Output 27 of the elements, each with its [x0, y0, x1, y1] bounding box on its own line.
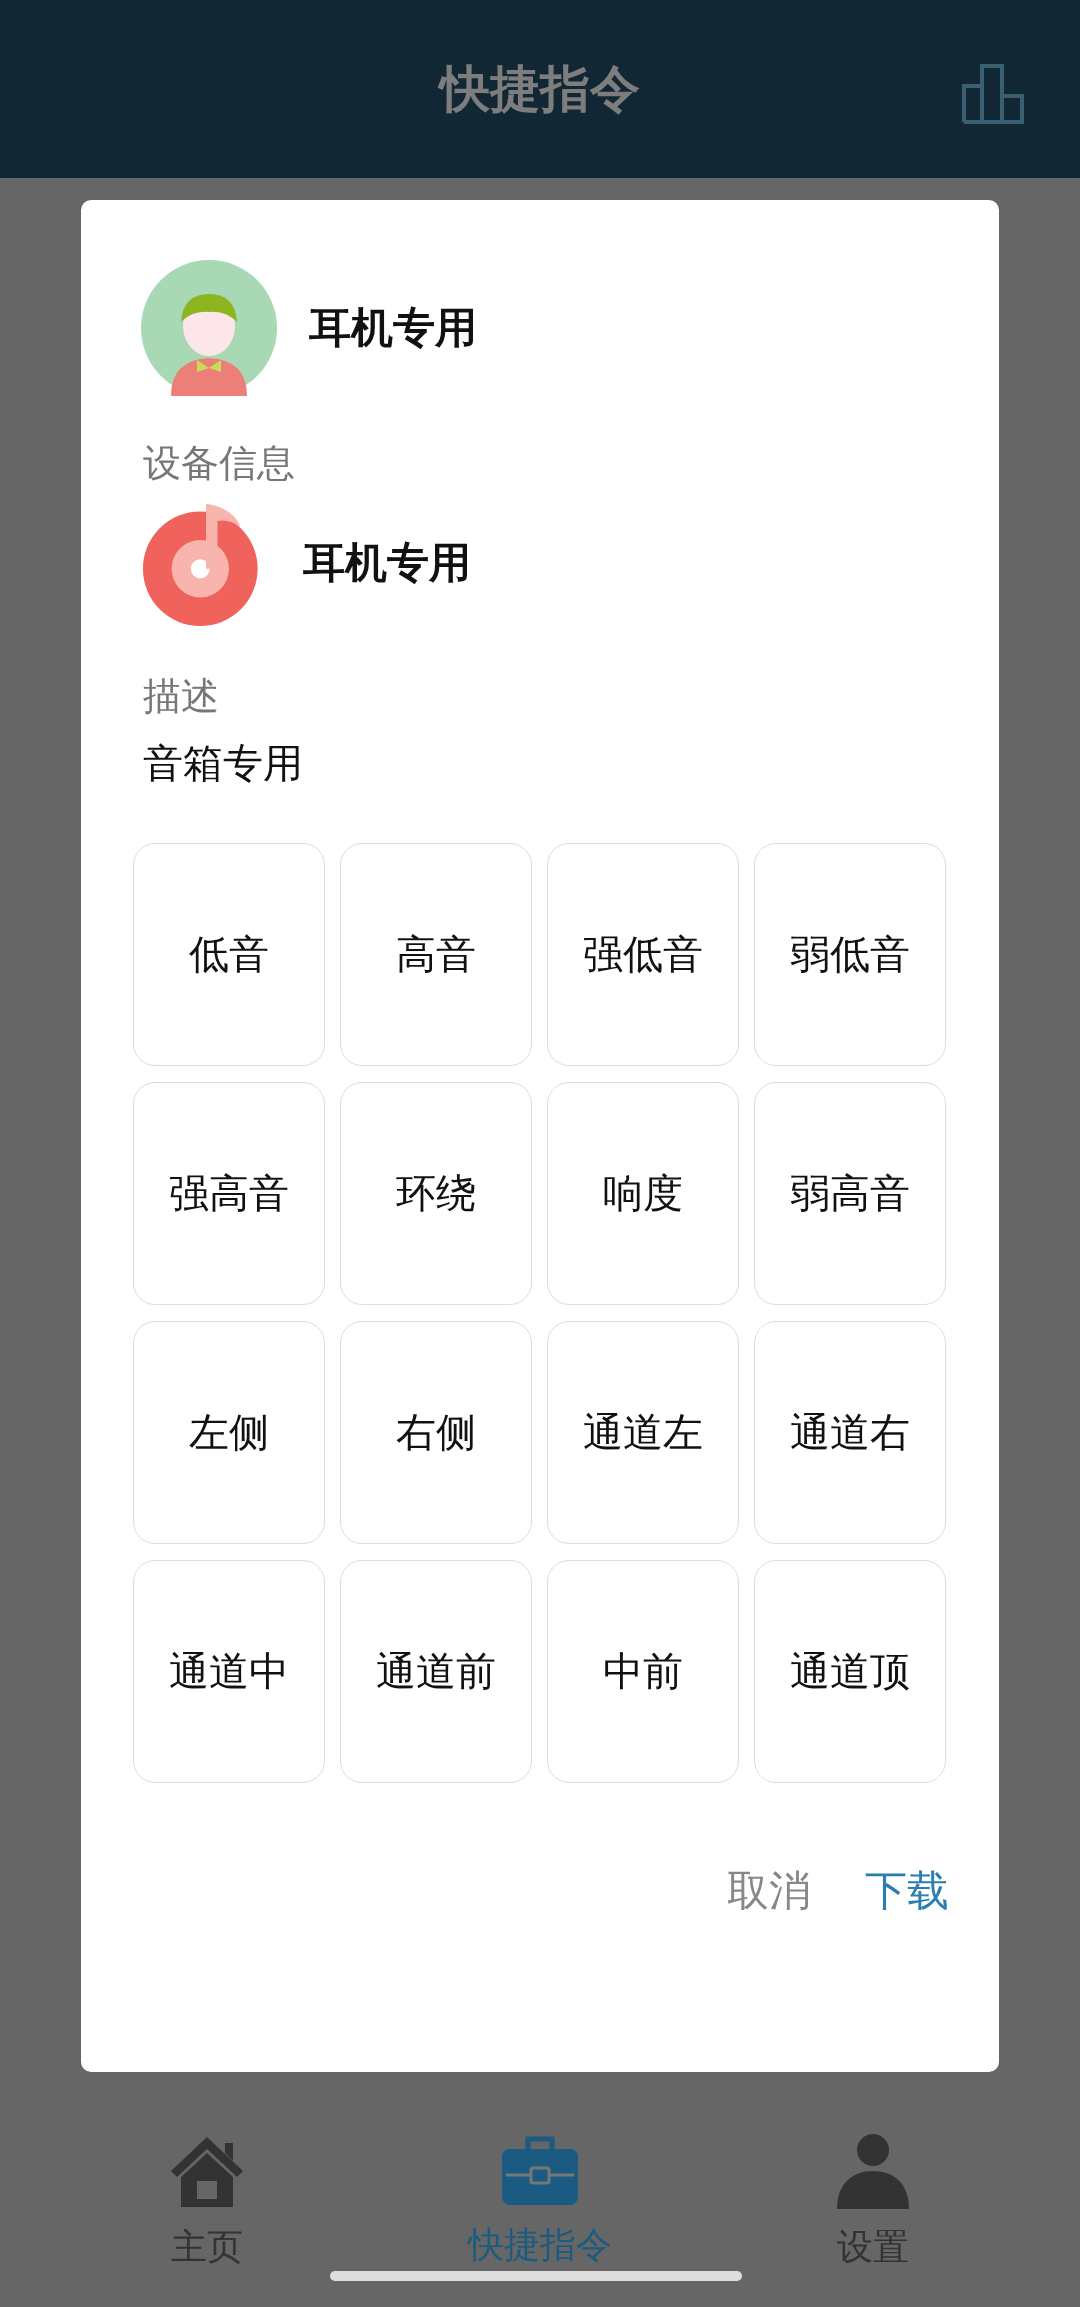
- command-button[interactable]: 强高音: [133, 1082, 325, 1305]
- command-button[interactable]: 通道右: [754, 1321, 946, 1544]
- command-button[interactable]: 通道前: [340, 1560, 532, 1783]
- profile-name: 耳机专用: [309, 302, 477, 354]
- command-button[interactable]: 右侧: [340, 1321, 532, 1544]
- command-button[interactable]: 强低音: [547, 843, 739, 1066]
- command-button[interactable]: 通道中: [133, 1560, 325, 1783]
- command-button[interactable]: 低音: [133, 843, 325, 1066]
- command-button[interactable]: 弱低音: [754, 843, 946, 1066]
- command-button[interactable]: 通道顶: [754, 1560, 946, 1783]
- command-button[interactable]: 通道左: [547, 1321, 739, 1544]
- download-button[interactable]: 下载: [853, 1853, 961, 1929]
- briefcase-icon: [500, 2134, 580, 2207]
- section-label: 设备信息: [143, 440, 296, 487]
- command-button[interactable]: 中前: [547, 1560, 739, 1783]
- command-button[interactable]: 高音: [340, 843, 532, 1066]
- cancel-button[interactable]: 取消: [715, 1853, 823, 1929]
- user-icon: [835, 2132, 912, 2209]
- description-label: 描述: [143, 673, 220, 720]
- command-button[interactable]: 环绕: [340, 1082, 532, 1305]
- command-button[interactable]: 响度: [547, 1082, 739, 1305]
- bar-chart-icon[interactable]: [962, 62, 1026, 126]
- avatar-icon: [141, 260, 277, 396]
- device-name: 耳机专用: [303, 537, 471, 589]
- description-text: 音箱专用: [143, 739, 304, 788]
- command-button[interactable]: 弱高音: [754, 1082, 946, 1305]
- command-button[interactable]: 左侧: [133, 1321, 325, 1544]
